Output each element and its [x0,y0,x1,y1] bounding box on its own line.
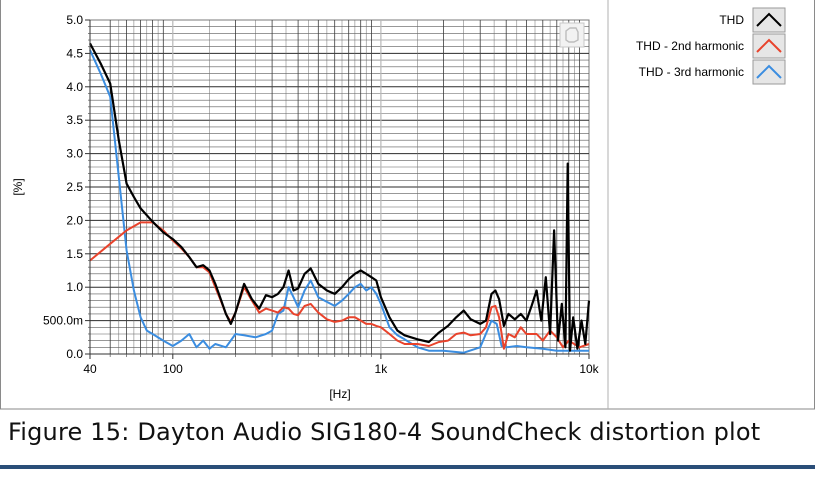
distortion-chart: 0.0 500.0m 1.0 1.5 2.0 2.5 3.0 3.5 4.0 4.5 5.0 40 10… [0,0,815,410]
figure-caption: Figure 15: Dayton Audio SIG180-4 SoundCh… [8,418,761,446]
legend-swatch[interactable] [752,7,786,33]
legend-swatch[interactable] [752,59,786,85]
x-tick-label: 1k [375,362,389,376]
y-tick-label: 4.5 [66,46,83,60]
y-tick-label: 1.0 [66,280,83,294]
legend-swatch[interactable] [752,33,786,59]
chart-frame: 0.0 500.0m 1.0 1.5 2.0 2.5 3.0 3.5 4.0 4.5 5.0 40 10… [0,0,815,410]
y-tick-label: 0.0 [66,347,83,361]
y-tick-label: 500.0m [43,314,83,328]
y-tick-label: 3.5 [66,113,83,127]
legend-label: THD - 3rd harmonic [639,65,744,79]
y-tick-label: 5.0 [66,13,83,27]
caption-rule [0,465,815,469]
y-axis-label: [%] [11,178,25,195]
y-tick-label: 3.0 [66,147,83,161]
y-tick-label: 2.5 [66,180,83,194]
x-tick-label: 100 [163,362,183,376]
x-tick-label: 10k [579,362,599,376]
y-tick-label: 4.0 [66,80,83,94]
legend-label: THD [719,13,744,27]
graph-palette-icon[interactable] [559,22,585,48]
x-tick-label: 40 [83,362,97,376]
x-axis-label: [Hz] [329,387,350,401]
y-tick-label: 2.0 [66,213,83,227]
legend-label: THD - 2nd harmonic [636,39,744,53]
y-tick-label: 1.5 [66,247,83,261]
